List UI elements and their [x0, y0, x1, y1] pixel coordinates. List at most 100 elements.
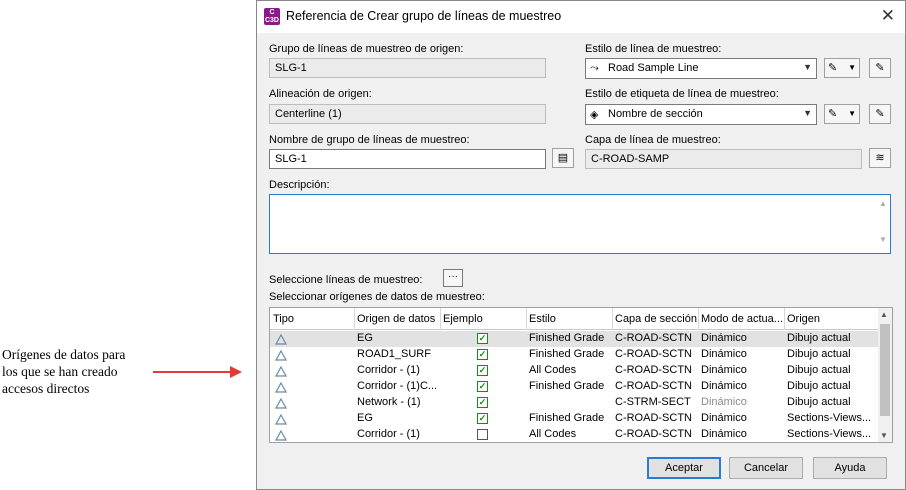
chevron-down-icon: ▼ [848, 63, 856, 72]
edit-style-icon: ✎ [828, 108, 838, 120]
alignment-label: Alineación de origen: [269, 88, 372, 100]
scroll-up-icon[interactable]: ▲ [880, 310, 888, 319]
style-edit-button[interactable]: ✎ ▼ [824, 58, 860, 78]
pick-from-drawing-icon: ✎ [875, 62, 885, 74]
style-cell: Finished Grade [529, 412, 605, 424]
alignment-field: Centerline (1) [269, 104, 546, 124]
column-header-source[interactable]: Origen de datos [357, 313, 437, 325]
column-divider[interactable] [526, 308, 527, 330]
style-cell: All Codes [529, 364, 577, 376]
description-textarea[interactable]: ▲ ▼ [269, 194, 891, 254]
callout-line-1: Orígenes de datos para [2, 347, 126, 362]
civil3d-app-icon: C C3D [264, 8, 280, 25]
group-name-input[interactable]: SLG-1 [269, 149, 546, 169]
sample-checkbox[interactable] [477, 429, 488, 440]
column-header-type[interactable]: Tipo [273, 313, 351, 325]
table-row[interactable]: Network - (1) C-STRM-SECT Dinámico Dibujo a… [270, 395, 880, 411]
close-icon[interactable]: ✕ [881, 6, 895, 26]
sample-checkbox[interactable]: ✓ [477, 381, 488, 392]
layer-field: C-ROAD-SAMP [585, 149, 862, 169]
column-divider[interactable] [612, 308, 613, 330]
table-row[interactable]: ROAD1_SURF Finished Grade C-ROAD-SCTN Dinám… [270, 347, 880, 363]
ok-button[interactable]: Aceptar [647, 457, 721, 479]
origin-cell: Dibujo actual [787, 364, 851, 376]
sample-checkbox[interactable]: ✓ [477, 397, 488, 408]
style-cell: Finished Grade [529, 348, 605, 360]
source-group-label: Grupo de líneas de muestreo de origen: [269, 43, 464, 55]
label-style-edit-button[interactable]: ✎ ▼ [824, 104, 860, 124]
description-scrollbar[interactable]: ▲ ▼ [878, 199, 888, 249]
data-source-cell: Corridor - (1)C... [357, 380, 437, 392]
sample-sources-table[interactable]: Tipo Origen de datos Ejemplo Estilo Capa… [269, 307, 893, 443]
update-mode-cell: Dinámico [701, 412, 747, 424]
column-divider[interactable] [784, 308, 785, 330]
data-source-cell: EG [357, 412, 373, 424]
column-divider[interactable] [354, 308, 355, 330]
column-divider[interactable] [698, 308, 699, 330]
table-header: Tipo Origen de datos Ejemplo Estilo Capa… [270, 308, 880, 330]
layer-button[interactable]: ≋ [869, 148, 891, 168]
update-mode-cell: Dinámico [701, 332, 747, 344]
column-header-style[interactable]: Estilo [529, 313, 611, 325]
style-pick-button[interactable]: ✎ [869, 58, 891, 78]
origin-cell: Dibujo actual [787, 396, 851, 408]
select-lines-button[interactable]: ··· [443, 269, 463, 287]
name-template-button[interactable]: ▤ [552, 148, 574, 168]
style-select-value: Road Sample Line [608, 62, 699, 74]
data-source-cell: ROAD1_SURF [357, 348, 431, 360]
origin-cell: Dibujo actual [787, 380, 851, 392]
update-mode-cell: Dinámico [701, 364, 747, 376]
table-scrollbar[interactable]: ▲ ▼ [878, 308, 892, 442]
label-style-select-value: Nombre de sección [608, 108, 703, 120]
table-row[interactable]: Corridor - (1)C... Finished Grade C-ROAD-S… [270, 379, 880, 395]
update-mode-cell: Dinámico [701, 380, 747, 392]
table-row[interactable]: Corridor - (1) All Codes C-ROAD-SCTN Dinámi… [270, 427, 880, 442]
source-type-icon [274, 412, 288, 426]
select-sources-label: Seleccionar orígenes de datos de muestre… [269, 291, 485, 303]
scrollbar-thumb[interactable] [880, 324, 890, 416]
help-button[interactable]: Ayuda [813, 457, 887, 479]
source-type-icon [274, 428, 288, 442]
style-select[interactable]: ⤳ Road Sample Line ▼ [585, 58, 817, 79]
source-type-icon [274, 348, 288, 362]
update-mode-cell: Dinámico [701, 428, 747, 440]
name-template-icon: ▤ [557, 152, 569, 164]
cancel-button[interactable]: Cancelar [729, 457, 803, 479]
callout-line-3: accesos directos [2, 381, 90, 396]
group-name-label: Nombre de grupo de líneas de muestreo: [269, 134, 470, 146]
sample-checkbox[interactable]: ✓ [477, 365, 488, 376]
table-row[interactable]: EG Finished Grade C-ROAD-SCTN Dinámico Dibuj… [270, 331, 880, 347]
source-type-icon [274, 380, 288, 394]
column-header-section-layer[interactable]: Capa de sección [615, 313, 697, 325]
sample-checkbox[interactable]: ✓ [477, 349, 488, 360]
update-mode-cell: Dinámico [701, 396, 747, 408]
source-type-icon [274, 364, 288, 378]
sample-checkbox[interactable]: ✓ [477, 413, 488, 424]
style-cell: All Codes [529, 428, 577, 440]
table-row[interactable]: EG Finished Grade C-ROAD-SCTN Dinámico Secti… [270, 411, 880, 427]
dialog-title: Referencia de Crear grupo de líneas de m… [286, 9, 562, 23]
section-layer-cell: C-ROAD-SCTN [615, 348, 692, 360]
origin-cell: Dibujo actual [787, 332, 851, 344]
label-style-select[interactable]: ◈ Nombre de sección ▼ [585, 104, 817, 125]
description-label: Descripción: [269, 179, 330, 191]
section-layer-cell: C-ROAD-SCTN [615, 332, 692, 344]
update-mode-cell: Dinámico [701, 348, 747, 360]
section-layer-cell: C-ROAD-SCTN [615, 428, 692, 440]
column-header-sample[interactable]: Ejemplo [443, 313, 525, 325]
column-header-origin[interactable]: Origen [787, 313, 875, 325]
dialog-window: C C3D Referencia de Crear grupo de líneas… [256, 0, 906, 490]
data-source-cell: Corridor - (1) [357, 364, 420, 376]
pick-from-drawing-icon: ✎ [875, 108, 885, 120]
select-lines-label: Seleccione líneas de muestreo: [269, 274, 423, 286]
section-layer-cell: C-ROAD-SCTN [615, 380, 692, 392]
callout-line-2: los que se han creado [2, 364, 118, 379]
column-header-update-mode[interactable]: Modo de actua... [701, 313, 785, 325]
table-row[interactable]: Corridor - (1) All Codes C-ROAD-SCTN Dinámi… [270, 363, 880, 379]
section-layer-cell: C-ROAD-SCTN [615, 412, 692, 424]
source-type-icon [274, 332, 288, 346]
sample-checkbox[interactable]: ✓ [477, 333, 488, 344]
label-style-pick-button[interactable]: ✎ [869, 104, 891, 124]
column-divider[interactable] [440, 308, 441, 330]
scroll-down-icon[interactable]: ▼ [880, 431, 888, 440]
